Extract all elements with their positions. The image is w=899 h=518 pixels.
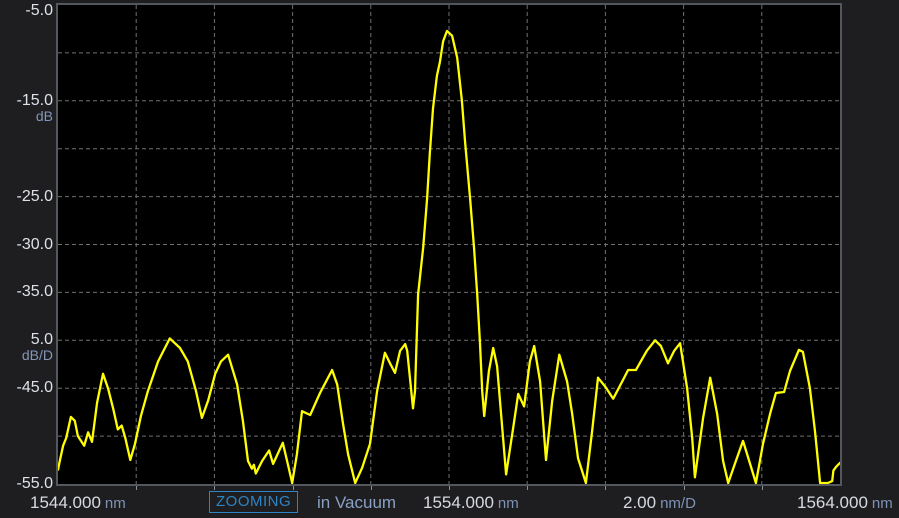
span-per-div-value: 2.00: [623, 493, 657, 512]
y-axis-label: -35.0: [17, 283, 53, 300]
center-wavelength-unit: nm: [497, 495, 519, 512]
medium-vacuum-text: in Vacuum: [317, 493, 397, 512]
medium-vacuum-label: in Vacuum: [317, 493, 396, 513]
center-wavelength-label: 1554.000 nm: [423, 493, 519, 513]
start-wavelength-value: 1544.000: [30, 493, 101, 512]
y-axis-tick-value: -30.0: [16, 235, 53, 253]
start-wavelength-label: 1544.000 nm: [30, 493, 126, 513]
center-wavelength-value: 1554.000: [423, 493, 494, 512]
x-axis-bar: 1544.000 nm ZOOMING in Vacuum 1554.000 nm …: [0, 489, 899, 518]
y-axis-tick-value: -15.0: [16, 91, 53, 109]
stop-wavelength-label: 1564.000 nm: [797, 493, 893, 513]
y-axis-unit: dB/D: [21, 347, 53, 364]
start-wavelength-unit: nm: [104, 495, 126, 512]
y-axis-tick-value: -25.0: [16, 187, 53, 205]
y-axis-unit: dB: [35, 107, 53, 124]
span-per-div-unit: nm/D: [660, 495, 696, 512]
y-axis-labels: -5.0 -15.0 dB -25.0 -30.0 -35.0 5.0 dB/D -45.0 -5…: [0, 0, 53, 518]
y-axis-label: 5.0 dB/D: [22, 331, 53, 363]
stop-wavelength-value: 1564.000: [797, 493, 868, 512]
y-axis-label: -5.0: [25, 2, 53, 19]
y-axis-label: -30.0: [17, 236, 53, 253]
osa-screen: -5.0 -15.0 dB -25.0 -30.0 -35.0 5.0 dB/D -45.0 -5…: [0, 0, 899, 518]
span-per-div-label: 2.00 nm/D: [623, 493, 696, 513]
y-axis-tick-value: 5.0: [30, 331, 53, 349]
y-axis-tick-value: -45.0: [16, 379, 53, 397]
spectrum-trace-svg: [58, 5, 840, 484]
y-axis-label: -25.0: [17, 188, 53, 205]
y-axis-label: -15.0 dB: [17, 92, 53, 124]
zooming-button[interactable]: ZOOMING: [209, 491, 299, 513]
spectrum-plot[interactable]: [56, 3, 842, 486]
y-axis-label: -45.0: [17, 379, 53, 396]
y-axis-tick-value: -5.0: [25, 2, 53, 19]
stop-wavelength-unit: nm: [871, 495, 893, 512]
y-axis-tick-value: -35.0: [16, 283, 53, 301]
